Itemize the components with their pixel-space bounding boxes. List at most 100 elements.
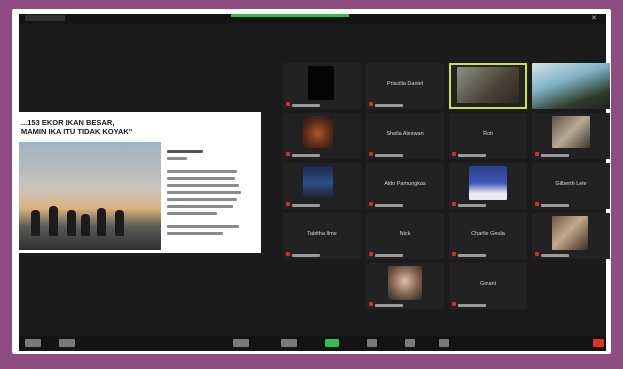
slide-photo	[19, 142, 161, 250]
participant-name: Gilberth Lele	[555, 181, 587, 187]
participant-tile[interactable]	[449, 163, 527, 209]
text-line	[167, 184, 239, 187]
participant-name: Sheila Aleswan	[386, 131, 424, 137]
participant-label	[458, 254, 486, 257]
mic-muted-icon	[369, 302, 373, 306]
participant-tile[interactable]: Gilberth Lele	[532, 163, 610, 209]
mic-muted-icon	[369, 252, 373, 256]
participant-tile[interactable]	[532, 213, 610, 259]
text-line	[167, 205, 233, 208]
participant-label	[375, 254, 403, 257]
text-line	[167, 157, 187, 160]
shared-screen: ...153 EKOR IKAN BESAR, MAMIN IKA ITU TI…	[19, 112, 261, 253]
participant-label	[458, 304, 486, 307]
text-line	[167, 191, 241, 194]
mic-muted-icon	[452, 252, 456, 256]
participant-label	[541, 204, 569, 207]
participant-tile[interactable]: Charlie Geula	[449, 213, 527, 259]
share-screen-button[interactable]	[325, 339, 339, 347]
participant-tile[interactable]: Priscilla Daniel	[366, 63, 444, 109]
meeting-info[interactable]	[25, 15, 65, 21]
participant-tile[interactable]	[283, 63, 361, 109]
mic-muted-icon	[369, 102, 373, 106]
record-button[interactable]	[367, 339, 377, 347]
participant-label	[375, 154, 403, 157]
participant-tile[interactable]: Roti	[449, 113, 527, 159]
mic-muted-icon	[286, 252, 290, 256]
participant-name: Aldo Pamungkas	[384, 181, 426, 187]
figure	[49, 206, 58, 236]
more-button[interactable]	[439, 339, 449, 347]
text-line	[167, 150, 203, 153]
mute-button[interactable]	[25, 339, 41, 347]
participant-label	[458, 154, 486, 157]
mic-muted-icon	[452, 202, 456, 206]
mic-muted-icon	[535, 252, 539, 256]
participant-name: Priscilla Daniel	[386, 81, 424, 87]
participants-button[interactable]	[233, 339, 249, 347]
participant-video	[552, 116, 590, 148]
text-line	[167, 198, 237, 201]
mic-muted-icon	[535, 202, 539, 206]
participant-name: Charlie Geula	[471, 231, 505, 237]
participant-tile[interactable]	[532, 63, 610, 109]
page-background: { "window": {"close_glyph": "✕"}, "share…	[0, 0, 623, 369]
participant-label	[375, 204, 403, 207]
participant-tile[interactable]	[283, 163, 361, 209]
text-line	[167, 225, 239, 228]
participant-video	[552, 216, 588, 250]
participant-label	[458, 204, 486, 207]
mic-muted-icon	[369, 152, 373, 156]
reactions-button[interactable]	[405, 339, 415, 347]
figure	[97, 208, 106, 236]
participant-tile[interactable]: Sheila Aleswan	[366, 113, 444, 159]
leave-button[interactable]	[593, 339, 604, 347]
participant-video	[308, 66, 334, 100]
participant-tile-active-speaker[interactable]	[449, 63, 527, 109]
participant-tile[interactable]	[366, 263, 444, 309]
participant-video	[469, 166, 507, 200]
text-line	[167, 170, 237, 173]
figure	[67, 210, 76, 236]
participant-video	[303, 166, 333, 200]
participant-label	[292, 204, 320, 207]
figure	[81, 214, 90, 236]
figure	[31, 210, 40, 236]
participant-name: Roti	[483, 131, 493, 137]
participant-video	[457, 67, 519, 103]
mic-muted-icon	[369, 202, 373, 206]
meeting-controls-toolbar	[19, 336, 606, 351]
slide-body-text	[167, 146, 257, 239]
mic-muted-icon	[286, 152, 290, 156]
participant-tile[interactable]	[283, 113, 361, 159]
slide-title: ...153 EKOR IKAN BESAR, MAMIN IKA ITU TI…	[21, 118, 133, 136]
participant-gallery: Priscilla Daniel Sheila Aleswan Roti Ald…	[283, 63, 611, 309]
video-button[interactable]	[59, 339, 75, 347]
mic-muted-icon	[452, 152, 456, 156]
participant-label	[292, 254, 320, 257]
participant-label	[375, 104, 403, 107]
participant-tile[interactable]: Tabitha Ilme	[283, 213, 361, 259]
figure	[115, 210, 124, 236]
participant-label	[375, 304, 403, 307]
participant-tile[interactable]: Aldo Pamungkas	[366, 163, 444, 209]
chat-button[interactable]	[281, 339, 297, 347]
mic-muted-icon	[286, 202, 290, 206]
participant-tile[interactable]: Nick	[366, 213, 444, 259]
participant-label	[292, 104, 320, 107]
participant-name: Ginani	[480, 281, 496, 287]
participant-label	[541, 254, 569, 257]
mic-muted-icon	[535, 152, 539, 156]
participant-video	[303, 116, 333, 148]
close-icon[interactable]: ✕	[591, 15, 598, 22]
participant-video	[388, 266, 422, 300]
participant-name: Tabitha Ilme	[307, 231, 337, 237]
participant-name: Nick	[399, 231, 411, 237]
text-line	[167, 177, 235, 180]
meeting-window: ✕ ...153 EKOR IKAN BESAR, MAMIN IKA ITU …	[19, 14, 610, 351]
participant-video	[532, 63, 610, 109]
mic-muted-icon	[452, 302, 456, 306]
participant-tile[interactable]	[532, 113, 610, 159]
text-line	[167, 232, 223, 235]
participant-tile[interactable]: Ginani	[449, 263, 527, 309]
